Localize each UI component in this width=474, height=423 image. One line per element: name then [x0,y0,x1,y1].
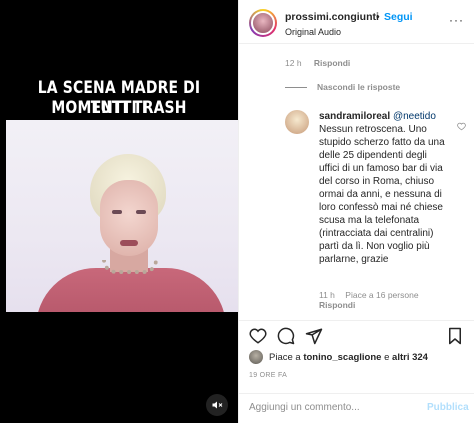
comment-input[interactable] [249,402,419,413]
reply-username[interactable]: sandramiloreal [319,111,390,122]
reply-avatar[interactable] [285,110,309,134]
audio-label[interactable]: Original Audio [285,27,341,37]
reply-reply-button[interactable]: Rispondi [319,300,355,310]
reply-comment-text: sandramiloreal @neetido Nessun retroscen… [319,110,449,266]
liker-username[interactable]: tonino_scaglione [303,352,381,363]
save-button[interactable] [447,327,463,350]
reply-meta-2: Rispondi [319,300,355,310]
post-timestamp[interactable]: 19 ORE FA [249,372,287,379]
share-button[interactable] [305,327,323,350]
liker-avatar[interactable] [249,350,263,364]
follow-button[interactable]: Segui [384,11,413,23]
mute-button[interactable] [206,394,228,416]
video-player[interactable]: LA SCENA MADRE DI TUTTI I MOMENTI TRASH [0,0,238,423]
like-comment-button[interactable] [457,118,466,136]
publish-button[interactable]: Pubblica [427,402,469,413]
paper-plane-icon [305,328,323,345]
action-bar [239,320,474,350]
post-header: prossimi.congiunti • Segui Original Audi… [239,0,474,44]
heart-icon [249,328,267,344]
previous-comment-meta: 12 h Rispondi [285,58,350,68]
comment-time: 12 h [285,58,302,68]
reply-meta: 11 h Piace a 16 persone [319,290,419,300]
reply-body: Nessun retroscena. Uno stupido scherzo f… [319,124,445,265]
reply-mention[interactable]: @neetido [393,111,436,122]
more-options-button[interactable]: ··· [449,13,464,27]
likes-others[interactable]: altri 324 [392,352,428,363]
author-username[interactable]: prossimi.congiunti [285,11,379,23]
bookmark-icon [449,327,461,345]
hide-replies-button[interactable]: Nascondi le risposte [285,82,400,92]
reply-likes[interactable]: Piace a 16 persone [345,290,418,300]
comment-icon [277,327,295,345]
heart-icon [457,122,466,131]
video-frame [6,120,238,312]
hide-replies-label: Nascondi le risposte [317,82,401,92]
post-side-panel: prossimi.congiunti • Segui Original Audi… [238,0,474,423]
likes-summary: Piace a tonino_scaglione e altri 324 [249,350,428,364]
like-button[interactable] [249,327,267,350]
likes-prefix: Piace a [269,351,301,363]
comment-bar: Pubblica [239,393,474,423]
header-separator: • [376,11,380,23]
comment-button[interactable] [277,327,295,350]
author-avatar[interactable] [249,9,277,37]
reply-button[interactable]: Rispondi [314,58,350,68]
reply-time: 11 h [319,290,335,300]
likes-conj: e [384,351,390,363]
mute-icon [212,401,223,409]
video-caption-line2: MOMENTI TRASH [51,98,187,118]
instagram-post-modal: LA SCENA MADRE DI TUTTI I MOMENTI TRASH … [0,0,474,423]
